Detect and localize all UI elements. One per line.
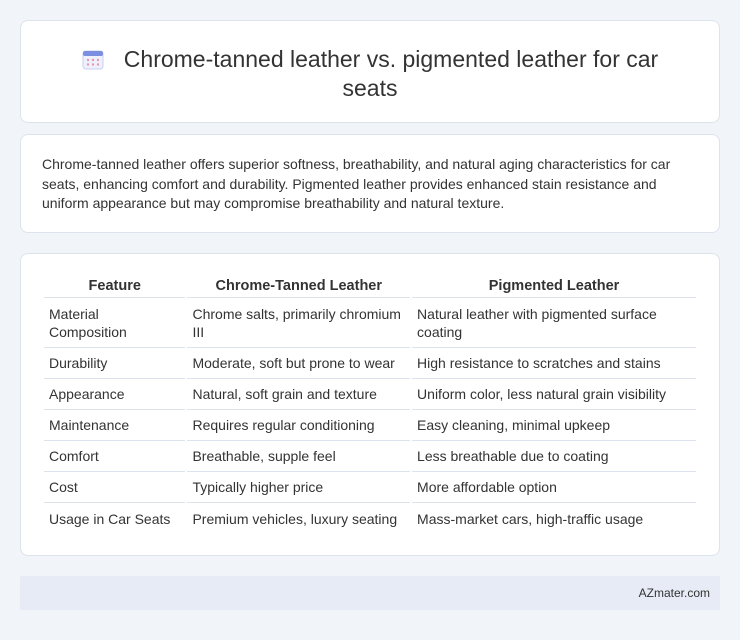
feature-cell: Material Composition bbox=[44, 298, 186, 348]
chrome-tanned-cell: Moderate, soft but prone to wear bbox=[187, 348, 411, 379]
table-row: Durability Moderate, soft but prone to w… bbox=[44, 348, 696, 379]
feature-cell: Maintenance bbox=[44, 410, 186, 441]
chrome-tanned-cell: Natural, soft grain and texture bbox=[187, 379, 411, 410]
table-row: Usage in Car Seats Premium vehicles, lux… bbox=[44, 503, 696, 534]
feature-cell: Durability bbox=[44, 348, 186, 379]
footer-bar: AZmater.com bbox=[20, 576, 720, 610]
chrome-tanned-cell: Requires regular conditioning bbox=[187, 410, 411, 441]
calendar-icon bbox=[82, 50, 104, 70]
feature-cell: Usage in Car Seats bbox=[49, 510, 171, 527]
header-feature: Feature bbox=[44, 276, 186, 298]
feature-cell: Comfort bbox=[44, 441, 186, 472]
table-header-row: Feature Chrome-Tanned Leather Pigmented … bbox=[44, 276, 696, 298]
summary-card: Chrome-tanned leather offers superior so… bbox=[20, 134, 720, 233]
pigmented-cell: Easy cleaning, minimal upkeep bbox=[412, 410, 696, 441]
chrome-tanned-cell: Chrome salts, primarily chromium III bbox=[187, 298, 411, 348]
table-row: Maintenance Requires regular conditionin… bbox=[44, 410, 696, 441]
table-row: Cost Typically higher price More afforda… bbox=[44, 472, 696, 503]
comparison-table: Feature Chrome-Tanned Leather Pigmented … bbox=[42, 276, 698, 534]
pigmented-cell: Uniform color, less natural grain visibi… bbox=[412, 379, 696, 410]
chrome-tanned-cell: Typically higher price bbox=[187, 472, 411, 503]
pigmented-cell: High resistance to scratches and stains bbox=[412, 348, 696, 379]
feature-cell: Cost bbox=[44, 472, 186, 503]
pigmented-cell: More affordable option bbox=[412, 472, 696, 503]
title-wrap: Chrome-tanned leather vs. pigmented leat… bbox=[21, 45, 719, 103]
header-chrome-tanned: Chrome-Tanned Leather bbox=[187, 276, 411, 298]
footer-brand: AZmater.com bbox=[638, 586, 710, 600]
summary-text: Chrome-tanned leather offers superior so… bbox=[42, 156, 671, 211]
feature-cell: Appearance bbox=[44, 379, 186, 410]
table-row: Material Composition Chrome salts, prima… bbox=[44, 298, 696, 348]
comparison-card: Feature Chrome-Tanned Leather Pigmented … bbox=[20, 253, 720, 556]
chrome-tanned-cell: Premium vehicles, luxury seating bbox=[192, 510, 398, 527]
pigmented-cell: Natural leather with pigmented surface c… bbox=[412, 298, 696, 348]
page-title: Chrome-tanned leather vs. pigmented leat… bbox=[123, 46, 659, 101]
chrome-tanned-cell: Breathable, supple feel bbox=[187, 441, 411, 472]
table-row: Appearance Natural, soft grain and textu… bbox=[44, 379, 696, 410]
pigmented-cell: Mass-market cars, high-traffic usage bbox=[417, 510, 644, 527]
title-card: Chrome-tanned leather vs. pigmented leat… bbox=[20, 20, 720, 123]
pigmented-cell: Less breathable due to coating bbox=[412, 441, 696, 472]
table-row: Comfort Breathable, supple feel Less bre… bbox=[44, 441, 696, 472]
header-pigmented: Pigmented Leather bbox=[412, 276, 696, 298]
